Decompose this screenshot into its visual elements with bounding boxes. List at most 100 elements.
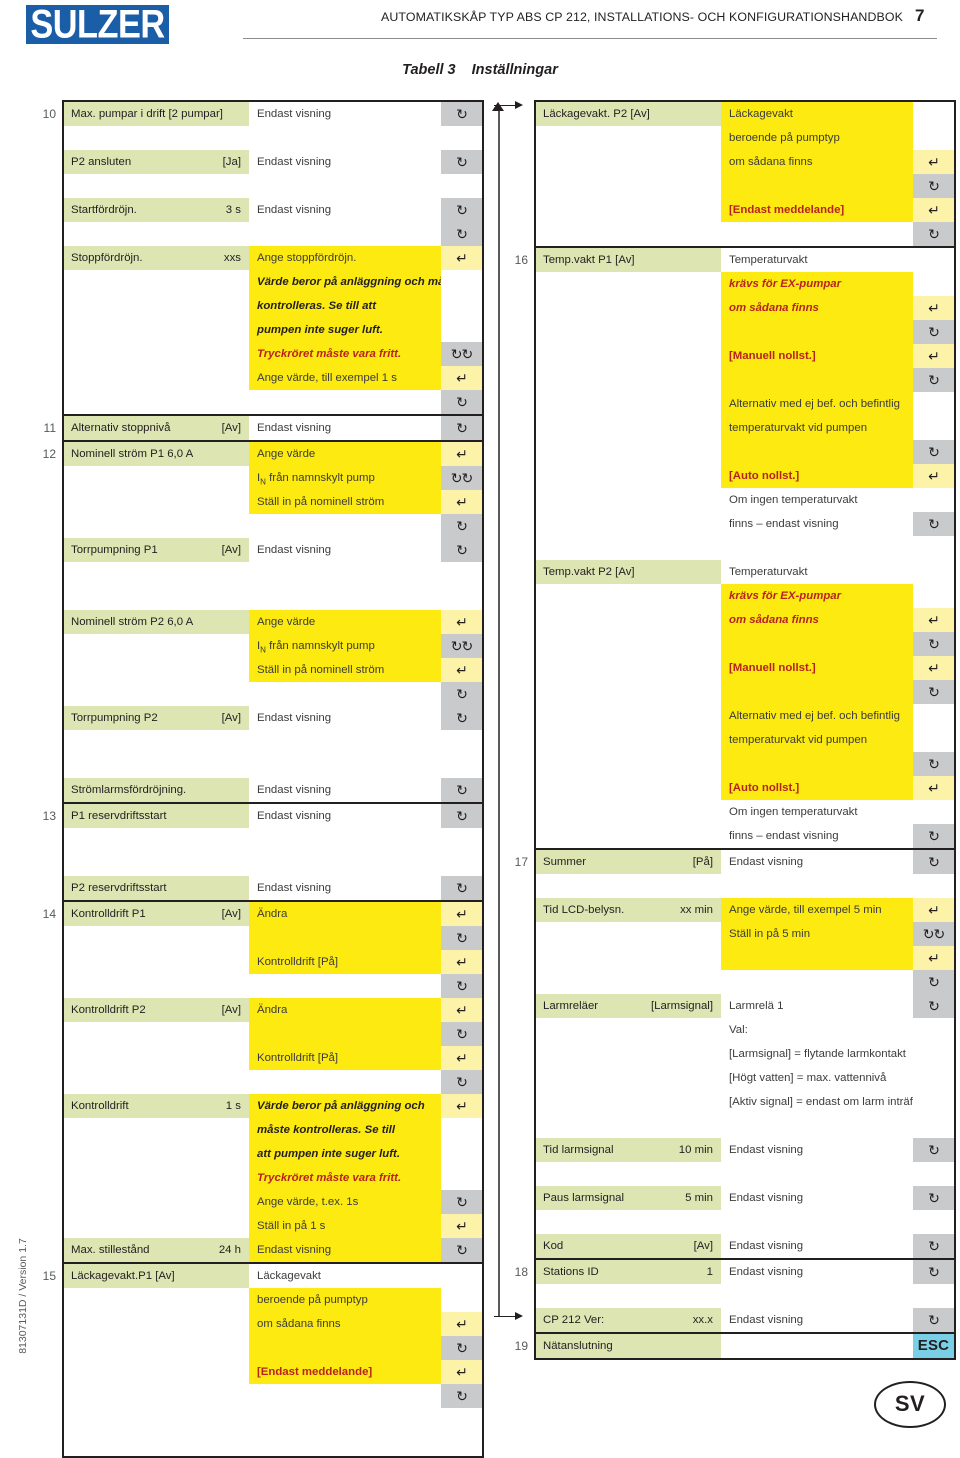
setting-description-cell: Ange värde, t.ex. 1s (249, 1190, 441, 1214)
refresh-loop-icon[interactable]: ↻ (441, 198, 482, 222)
spacer-cell (64, 1408, 249, 1432)
enter-key-icon[interactable]: ↵ (441, 490, 482, 514)
refresh-loop-icon[interactable]: ↻ (913, 1138, 954, 1162)
setting-description-cell: att pumpen inte suger luft. (249, 1142, 441, 1166)
refresh-loop-icon[interactable]: ↻ (441, 778, 482, 802)
enter-key-icon[interactable]: ↵ (913, 898, 954, 922)
enter-key-icon[interactable]: ↵ (441, 366, 482, 390)
enter-key-icon[interactable]: ↵ (441, 1214, 482, 1238)
refresh-loop-icon[interactable]: ↻ (441, 1070, 482, 1094)
blank-icon (913, 1066, 954, 1090)
setting-description-cell: Ställ in på nominell ström (249, 658, 441, 682)
spacer-cell (64, 1384, 249, 1408)
refresh-loop-icon[interactable]: ↻ (913, 1186, 954, 1210)
refresh-loop-icon[interactable]: ↻ (913, 512, 954, 536)
spacer-cell (721, 632, 913, 656)
refresh-loop-icon[interactable]: ↻ (913, 752, 954, 776)
enter-key-icon[interactable]: ↵ (913, 656, 954, 680)
setting-name: CP 212 Ver: (543, 1314, 605, 1326)
spacer-cell (64, 294, 249, 318)
esc-key-icon[interactable]: ESC (913, 1334, 954, 1358)
refresh-loop-icon[interactable]: ↻ (441, 804, 482, 828)
enter-key-icon[interactable]: ↵ (441, 1312, 482, 1336)
refresh-loop-icon[interactable]: ↻ (913, 970, 954, 994)
refresh-loop-icon[interactable]: ↻ (441, 1190, 482, 1214)
enter-key-icon[interactable]: ↵ (913, 344, 954, 368)
enter-key-icon[interactable]: ↵ (441, 1094, 482, 1118)
blank-icon (913, 874, 954, 898)
refresh-loop-icon[interactable]: ↻ (913, 1234, 954, 1258)
table-row: 18 Stations ID 1 Endast visning ↻ (515, 1260, 954, 1284)
refresh-loop-icon[interactable]: ↻ (913, 222, 954, 246)
setting-description-cell: Tryckröret måste vara fritt. (249, 342, 441, 366)
enter-key-icon[interactable]: ↵ (441, 1046, 482, 1070)
enter-key-icon[interactable]: ↵ (441, 998, 482, 1022)
refresh-loop-icon[interactable]: ↻ (441, 538, 482, 562)
enter-key-icon[interactable]: ↵ (441, 658, 482, 682)
enter-key-icon[interactable]: ↵ (913, 608, 954, 632)
refresh-loop-icon[interactable]: ↻ (441, 876, 482, 900)
refresh-loop-icon[interactable]: ↻ (441, 974, 482, 998)
table-row: ↻ (536, 680, 954, 704)
refresh-loop-icon[interactable]: ↻ (441, 926, 482, 950)
enter-key-icon[interactable]: ↵ (913, 946, 954, 970)
enter-key-icon[interactable]: ↵ (913, 776, 954, 800)
refresh-loop-icon[interactable]: ↻ (913, 320, 954, 344)
refresh-loop-icon[interactable]: ↻ (913, 632, 954, 656)
table-row (64, 852, 482, 876)
refresh-loop-icon[interactable]: ↻ (913, 440, 954, 464)
setting-description-cell: krävs för EX-pumpar (721, 272, 913, 296)
enter-key-icon[interactable]: ↵ (441, 246, 482, 270)
refresh-loop-icon[interactable]: ↻ (441, 1238, 482, 1262)
refresh-loop-double-icon[interactable]: ↻↻ (913, 922, 954, 946)
enter-key-icon[interactable]: ↵ (913, 198, 954, 222)
spacer-cell (64, 754, 249, 778)
spacer-cell (249, 1022, 441, 1046)
refresh-loop-icon[interactable]: ↻ (913, 174, 954, 198)
setting-value: [Av] (221, 422, 241, 434)
setting-description-cell: Ställ in på nominell ström (249, 490, 441, 514)
refresh-loop-icon[interactable]: ↻ (913, 850, 954, 874)
table-row: Ställ in på 1 s ↵ (64, 1214, 482, 1238)
setting-name-cell: Läckagevakt. P2 [Av] (536, 102, 721, 126)
enter-key-icon[interactable]: ↵ (913, 150, 954, 174)
refresh-loop-icon[interactable]: ↻ (441, 1022, 482, 1046)
refresh-loop-icon[interactable]: ↻ (913, 680, 954, 704)
table-row: Alternativ med ej bef. och befintlig (536, 704, 954, 728)
refresh-loop-icon[interactable]: ↻ (913, 1260, 954, 1284)
refresh-loop-double-icon[interactable]: ↻↻ (441, 342, 482, 366)
setting-name-cell: Alternativ stoppnivå [Av] (64, 416, 249, 440)
spacer-cell (721, 1284, 913, 1308)
table-row (536, 874, 954, 898)
enter-key-icon[interactable]: ↵ (441, 1360, 482, 1384)
enter-key-icon[interactable]: ↵ (441, 950, 482, 974)
refresh-loop-icon[interactable]: ↻ (441, 150, 482, 174)
refresh-loop-icon[interactable]: ↻ (441, 102, 482, 126)
refresh-loop-icon[interactable]: ↻ (441, 706, 482, 730)
blank-icon (441, 174, 482, 198)
table-row: måste kontrolleras. Se till (64, 1118, 482, 1142)
refresh-loop-double-icon[interactable]: ↻↻ (441, 466, 482, 490)
refresh-loop-icon[interactable]: ↻ (441, 390, 482, 414)
setting-description-cell: finns – endast visning (729, 830, 839, 842)
enter-key-icon[interactable]: ↵ (913, 296, 954, 320)
refresh-loop-icon[interactable]: ↻ (913, 824, 954, 848)
refresh-loop-icon[interactable]: ↻ (441, 1336, 482, 1360)
refresh-loop-icon[interactable]: ↻ (441, 682, 482, 706)
refresh-loop-icon[interactable]: ↻ (441, 222, 482, 246)
spacer-cell (64, 1214, 249, 1238)
enter-key-icon[interactable]: ↵ (441, 442, 482, 466)
enter-key-icon[interactable]: ↵ (913, 464, 954, 488)
refresh-loop-double-icon[interactable]: ↻↻ (441, 634, 482, 658)
refresh-loop-icon[interactable]: ↻ (441, 514, 482, 538)
refresh-loop-icon[interactable]: ↻ (913, 994, 954, 1018)
refresh-loop-icon[interactable]: ↻ (441, 416, 482, 440)
enter-key-icon[interactable]: ↵ (441, 610, 482, 634)
refresh-loop-icon[interactable]: ↻ (913, 368, 954, 392)
setting-name-cell: Kontrolldrift P2 [Av] (64, 998, 249, 1022)
spacer-cell (536, 728, 721, 752)
spacer-cell (536, 1090, 721, 1114)
enter-key-icon[interactable]: ↵ (441, 902, 482, 926)
refresh-loop-icon[interactable]: ↻ (913, 1308, 954, 1332)
refresh-loop-icon[interactable]: ↻ (441, 1384, 482, 1408)
